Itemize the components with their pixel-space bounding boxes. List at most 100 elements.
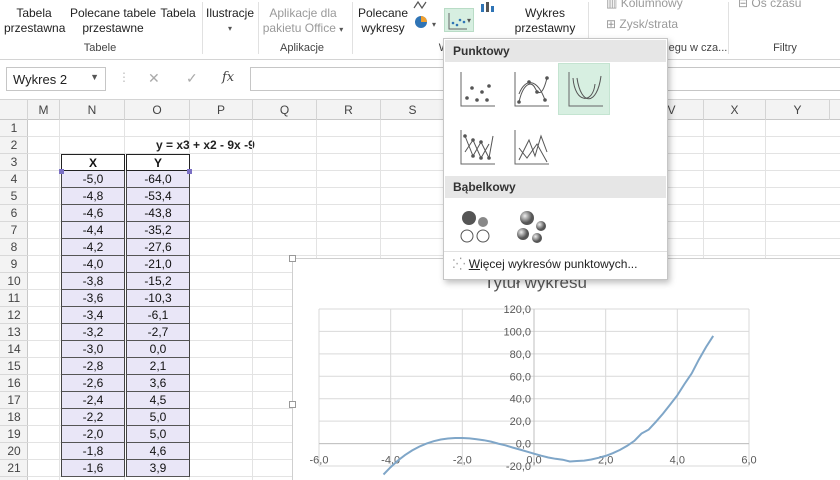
chart-area[interactable]: Tytuł wykresu 120,0 100,0 80,0 60,0 40,0 20,0… bbox=[289, 255, 840, 480]
row-header[interactable]: 4 bbox=[0, 171, 28, 188]
illustrations-button[interactable]: Ilustracje ▾ bbox=[204, 6, 256, 36]
y-value-cell[interactable]: 4,6 bbox=[126, 443, 190, 460]
scatter-smooth-markers-option[interactable] bbox=[504, 63, 556, 115]
row-header[interactable]: 8 bbox=[0, 239, 28, 256]
pivot-table-button[interactable]: Tabela przestawna bbox=[4, 6, 65, 36]
row-header[interactable]: 5 bbox=[0, 188, 28, 205]
x-value-cell[interactable]: -2,2 bbox=[61, 409, 125, 426]
scatter-markers-option[interactable] bbox=[450, 63, 502, 115]
row-header[interactable]: 14 bbox=[0, 341, 28, 358]
y-value-cell[interactable]: -27,6 bbox=[126, 239, 190, 256]
x-value-cell[interactable]: -2,4 bbox=[61, 392, 125, 409]
row-header[interactable]: 17 bbox=[0, 392, 28, 409]
x-value-cell[interactable]: -4,8 bbox=[61, 188, 125, 205]
chart-resize-handle[interactable] bbox=[289, 255, 296, 262]
cancel-icon[interactable]: ✕ bbox=[148, 70, 160, 87]
row-header[interactable]: 16 bbox=[0, 375, 28, 392]
row-header[interactable]: 12 bbox=[0, 307, 28, 324]
y-value-cell[interactable]: -21,0 bbox=[126, 256, 190, 273]
enter-icon[interactable]: ✓ bbox=[186, 70, 198, 87]
y-value-cell[interactable]: 5,0 bbox=[126, 409, 190, 426]
column-header[interactable]: X bbox=[704, 100, 766, 120]
x-value-cell[interactable]: -3,8 bbox=[61, 273, 125, 290]
timeline-button[interactable]: ⊟ Oś czasu bbox=[738, 0, 801, 10]
y-value-cell[interactable]: 3,6 bbox=[126, 375, 190, 392]
bar-chart-icon[interactable] bbox=[478, 0, 500, 14]
y-value-cell[interactable]: -35,2 bbox=[126, 222, 190, 239]
x-value-cell[interactable]: -2,6 bbox=[61, 375, 125, 392]
y-value-cell[interactable]: -43,8 bbox=[126, 205, 190, 222]
x-value-cell[interactable]: -3,4 bbox=[61, 307, 125, 324]
bubble-option[interactable] bbox=[450, 199, 502, 251]
scatter-chart-button[interactable]: ▾ bbox=[444, 8, 474, 32]
table-button[interactable]: Tabela bbox=[158, 6, 198, 21]
row-header[interactable]: 7 bbox=[0, 222, 28, 239]
header-y-cell[interactable]: Y bbox=[126, 154, 190, 171]
column-header[interactable]: P bbox=[190, 100, 253, 120]
formula-label-cell[interactable]: y = x3 + x2 - 9x -9 bbox=[156, 138, 255, 152]
row-header[interactable]: 15 bbox=[0, 358, 28, 375]
name-box[interactable]: Wykres 2 ▼ bbox=[6, 67, 106, 91]
scatter-straight-markers-option[interactable] bbox=[450, 121, 502, 173]
range-handle[interactable] bbox=[59, 169, 64, 174]
row-header[interactable]: 19 bbox=[0, 426, 28, 443]
column-header[interactable]: Y bbox=[766, 100, 830, 120]
x-value-cell[interactable]: -4,6 bbox=[61, 205, 125, 222]
x-value-cell[interactable]: -4,0 bbox=[61, 256, 125, 273]
y-value-cell[interactable]: -53,4 bbox=[126, 188, 190, 205]
range-handle[interactable] bbox=[187, 169, 192, 174]
y-value-cell[interactable]: -2,7 bbox=[126, 324, 190, 341]
sparkline-winloss-button[interactable]: ⊞ Zysk/strata bbox=[606, 17, 678, 31]
x-value-cell[interactable]: -3,6 bbox=[61, 290, 125, 307]
header-x-cell[interactable]: X bbox=[61, 154, 125, 171]
recommended-pivot-button[interactable]: Polecane tabele przestawne bbox=[68, 6, 158, 36]
column-header[interactable]: N bbox=[60, 100, 125, 120]
y-value-cell[interactable]: 2,1 bbox=[126, 358, 190, 375]
row-header[interactable]: 10 bbox=[0, 273, 28, 290]
office-apps-button[interactable]: Aplikacje dla pakietu Office ▾ bbox=[262, 6, 344, 37]
x-value-cell[interactable]: -1,8 bbox=[61, 443, 125, 460]
row-header[interactable]: 18 bbox=[0, 409, 28, 426]
column-header[interactable]: O bbox=[125, 100, 190, 120]
chart-type-icons[interactable]: ▾ bbox=[412, 0, 444, 34]
row-header[interactable]: 13 bbox=[0, 324, 28, 341]
y-value-cell[interactable]: -10,3 bbox=[126, 290, 190, 307]
row-header[interactable]: 9 bbox=[0, 256, 28, 273]
scatter-smooth-lines-option[interactable] bbox=[558, 63, 610, 115]
row-header[interactable]: 21 bbox=[0, 460, 28, 477]
y-value-cell[interactable]: 0,0 bbox=[126, 341, 190, 358]
y-value-cell[interactable]: 3,9 bbox=[126, 460, 190, 477]
more-scatter-charts-link[interactable]: ⁚⁛ Więcej wykresów punktowych... bbox=[452, 257, 637, 271]
y-value-cell[interactable]: 4,5 bbox=[126, 392, 190, 409]
row-header[interactable]: 1 bbox=[0, 120, 28, 137]
chart-resize-handle[interactable] bbox=[289, 401, 296, 408]
column-header[interactable]: Q bbox=[253, 100, 317, 120]
x-value-cell[interactable]: -3,2 bbox=[61, 324, 125, 341]
insert-function-icon[interactable]: fx bbox=[222, 70, 234, 85]
column-header[interactable]: S bbox=[381, 100, 445, 120]
row-header[interactable]: 20 bbox=[0, 443, 28, 460]
recommended-charts-button[interactable]: Polecane wykresy bbox=[356, 6, 410, 36]
y-value-cell[interactable]: -15,2 bbox=[126, 273, 190, 290]
row-header[interactable]: 6 bbox=[0, 205, 28, 222]
y-value-cell[interactable]: -64,0 bbox=[126, 171, 190, 188]
x-value-cell[interactable]: -4,2 bbox=[61, 239, 125, 256]
x-value-cell[interactable]: -2,8 bbox=[61, 358, 125, 375]
x-value-cell[interactable]: -4,4 bbox=[61, 222, 125, 239]
row-header[interactable]: 11 bbox=[0, 290, 28, 307]
y-value-cell[interactable]: 5,0 bbox=[126, 426, 190, 443]
column-header[interactable]: M bbox=[28, 100, 60, 120]
y-value-cell[interactable]: -6,1 bbox=[126, 307, 190, 324]
sparkline-column-button[interactable]: ▥ Kolumnowy bbox=[606, 0, 683, 10]
chart-plot[interactable]: 120,0100,080,060,040,020,00,0-20,0-6,0 -4… bbox=[293, 259, 840, 480]
row-header[interactable]: 2 bbox=[0, 137, 28, 154]
scatter-straight-lines-option[interactable] bbox=[504, 121, 556, 173]
x-value-cell[interactable]: -2,0 bbox=[61, 426, 125, 443]
x-value-cell[interactable]: -5,0 bbox=[61, 171, 125, 188]
bubble-3d-option[interactable] bbox=[504, 199, 556, 251]
column-header[interactable]: R bbox=[317, 100, 381, 120]
row-header[interactable]: 3 bbox=[0, 154, 28, 171]
x-value-cell[interactable]: -1,6 bbox=[61, 460, 125, 477]
chevron-down-icon[interactable]: ▼ bbox=[90, 72, 99, 82]
x-value-cell[interactable]: -3,0 bbox=[61, 341, 125, 358]
